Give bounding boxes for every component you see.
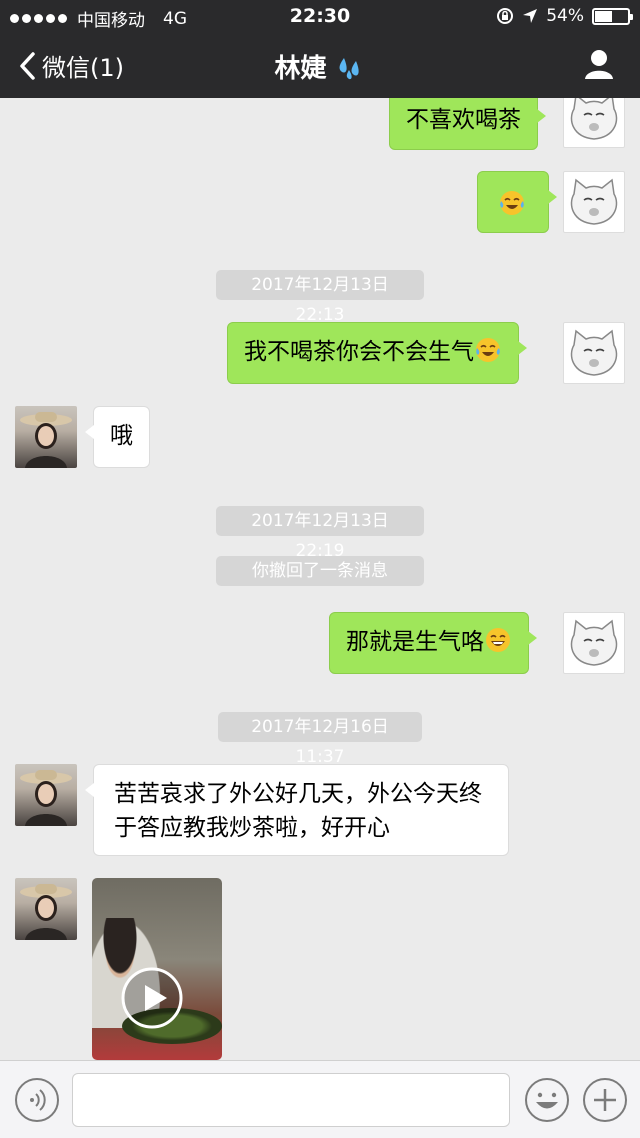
message-bubble-sent[interactable]	[477, 171, 557, 233]
timestamp: 2017年12月13日 22:13	[216, 270, 424, 325]
message-bubble-received[interactable]: 哦	[85, 406, 150, 468]
message-bubble-sent[interactable]: 不喜欢喝茶	[389, 98, 546, 150]
contact-avatar[interactable]	[15, 878, 77, 940]
cat-meme-avatar-icon	[570, 178, 618, 225]
status-right: 54%	[496, 6, 633, 26]
voice-button[interactable]	[14, 1077, 60, 1127]
tears-of-joy-emoji-icon	[500, 191, 524, 215]
timestamp: 2017年12月13日 22:19	[216, 506, 424, 561]
message-text: 那就是生气咯	[346, 629, 484, 655]
chat-area[interactable]: 不喜欢喝茶 2017年12月13日 22:13 我不喝茶你会不会生气 哦 201…	[0, 98, 640, 1060]
battery-percent: 54%	[546, 6, 584, 26]
girl-avatar-photo-icon	[20, 884, 72, 940]
my-avatar[interactable]	[563, 322, 625, 384]
plus-icon	[583, 1078, 627, 1122]
timestamp: 2017年12月16日 11:37	[218, 712, 422, 767]
recall-notice: 你撤回了一条消息	[216, 556, 424, 586]
my-avatar[interactable]	[563, 98, 625, 148]
message-text: 我不喝茶你会不会生气	[244, 339, 474, 365]
play-icon[interactable]	[120, 966, 184, 1030]
person-icon	[585, 50, 613, 79]
grinning-emoji-icon	[486, 628, 510, 652]
battery-icon	[592, 7, 633, 25]
input-bar	[0, 1060, 640, 1138]
nav-bar: 微信(1) 林婕	[0, 34, 640, 98]
my-avatar[interactable]	[563, 171, 625, 233]
emoji-face-icon	[525, 1078, 569, 1122]
message-bubble-sent[interactable]: 我不喝茶你会不会生气	[227, 322, 527, 384]
message-text: 苦苦哀求了外公好几天，外公今天终于答应教我炒茶啦，好开心	[114, 781, 482, 841]
message-bubble-received[interactable]: 苦苦哀求了外公好几天，外公今天终于答应教我炒茶啦，好开心	[85, 764, 509, 856]
emoji-button[interactable]	[524, 1077, 570, 1127]
contact-avatar[interactable]	[15, 406, 77, 468]
message-bubble-sent[interactable]: 那就是生气咯	[329, 612, 537, 674]
location-arrow-icon	[523, 9, 538, 23]
rotation-lock-icon	[497, 8, 514, 24]
message-text: 哦	[110, 423, 133, 449]
contact-avatar[interactable]	[15, 764, 77, 826]
girl-avatar-photo-icon	[20, 412, 72, 468]
girl-avatar-photo-icon	[20, 770, 72, 826]
sweat-droplets-icon	[339, 58, 359, 80]
message-text: 不喜欢喝茶	[406, 107, 521, 133]
chat-title: 林婕	[0, 48, 640, 85]
my-avatar[interactable]	[563, 612, 625, 674]
cat-meme-avatar-icon	[570, 329, 618, 376]
cat-meme-avatar-icon	[570, 98, 618, 140]
video-message[interactable]	[92, 878, 222, 1060]
tears-of-joy-emoji-icon	[476, 338, 500, 362]
voice-icon	[15, 1078, 59, 1122]
contact-name: 林婕	[274, 54, 327, 84]
status-bar: 中国移动 4G 22:30 54%	[0, 0, 640, 34]
cat-meme-avatar-icon	[570, 619, 618, 666]
more-button[interactable]	[582, 1077, 628, 1127]
message-input[interactable]	[72, 1073, 510, 1127]
profile-button[interactable]	[584, 48, 614, 84]
